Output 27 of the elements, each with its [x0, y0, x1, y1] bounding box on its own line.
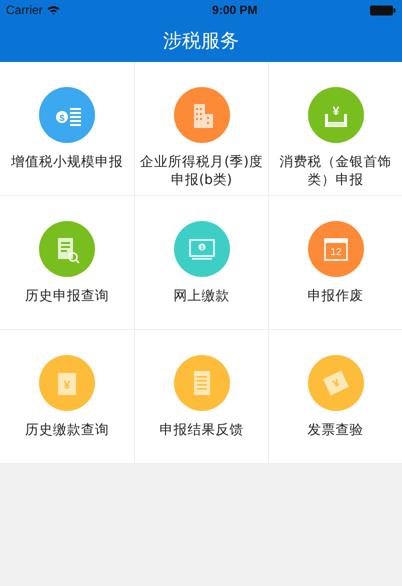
service-label: 历史申报查询: [24, 287, 110, 305]
service-label: 企业所得税月(季)度申报(b类): [139, 153, 264, 189]
battery-icon: [370, 4, 396, 16]
service-tile[interactable]: ¥ 发票查验: [269, 330, 402, 464]
service-tile[interactable]: 历史申报查询: [0, 196, 135, 330]
tray-icon: ¥: [308, 87, 364, 143]
wifi-icon: [46, 5, 60, 15]
service-tile[interactable]: ¥ 消费税（金银首饰类）申报: [269, 62, 402, 196]
calendar-icon: 12: [308, 221, 364, 277]
service-tile[interactable]: 申报结果反馈: [135, 330, 269, 464]
service-tile[interactable]: 12 申报作废: [269, 196, 402, 330]
service-tile[interactable]: ¥ 历史缴款查询: [0, 330, 135, 464]
ticket-icon: ¥: [308, 355, 364, 411]
carrier-label: Carrier: [6, 3, 43, 17]
wallet-icon: ¥: [39, 355, 95, 411]
nav-title: 涉税服务: [163, 29, 239, 54]
service-label: 增值税小规模申报: [10, 153, 124, 171]
service-tile[interactable]: $ 增值税小规模申报: [0, 62, 135, 196]
status-time: 9:00 PM: [212, 3, 258, 17]
service-label: 消费税（金银首饰类）申报: [278, 153, 392, 189]
service-label: 网上缴款: [172, 287, 230, 305]
service-label: 历史缴款查询: [24, 421, 110, 439]
service-label: 发票查验: [306, 421, 364, 439]
coin-list-icon: $: [39, 87, 95, 143]
service-tile[interactable]: 企业所得税月(季)度申报(b类): [135, 62, 269, 196]
service-label: 申报作废: [306, 287, 364, 305]
service-label: 申报结果反馈: [158, 421, 244, 439]
